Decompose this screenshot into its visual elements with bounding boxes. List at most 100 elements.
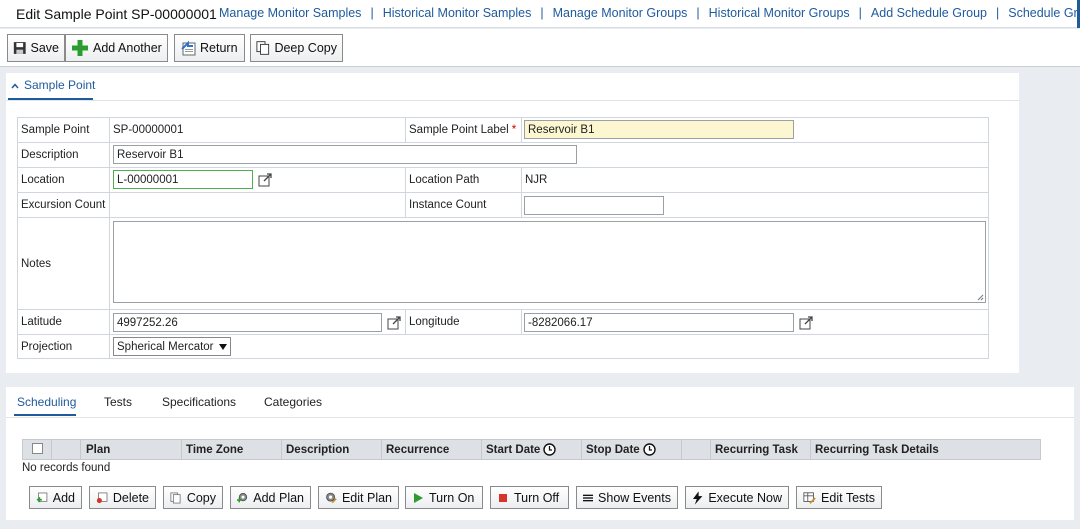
- list-icon: [583, 494, 594, 501]
- cell-divider: [405, 310, 406, 334]
- deep-copy-label: Deep Copy: [274, 41, 337, 55]
- column-header-recurring-task[interactable]: Recurring Task: [715, 440, 798, 459]
- tab-scheduling[interactable]: Scheduling: [17, 395, 76, 409]
- column-header-start-date[interactable]: Start Date: [486, 440, 557, 459]
- edit-grid-icon: [803, 491, 816, 504]
- tab-specifications[interactable]: Specifications: [162, 395, 236, 409]
- column-separator: [810, 440, 811, 459]
- column-separator: [181, 440, 182, 459]
- execute-now-button[interactable]: Execute Now: [685, 486, 789, 509]
- show-events-button[interactable]: Show Events: [576, 486, 678, 509]
- latitude-input[interactable]: 4997252.26: [113, 313, 382, 332]
- description-label: Description: [21, 149, 79, 161]
- edit-plan-label: Edit Plan: [341, 490, 392, 505]
- column-separator: [481, 440, 482, 459]
- projection-selected-value: Spherical Mercator: [117, 340, 214, 353]
- link-schedule-groups[interactable]: Schedule Groups: [1008, 6, 1080, 20]
- form-row-projection: Projection Spherical Mercator: [18, 335, 988, 359]
- sample-point-label-field-label: Sample Point Label *: [409, 118, 516, 142]
- column-header-plan[interactable]: Plan: [86, 440, 110, 459]
- projection-select[interactable]: Spherical Mercator: [113, 337, 231, 356]
- description-input[interactable]: Reservoir B1: [113, 145, 577, 164]
- location-input[interactable]: L-00000001: [113, 170, 253, 189]
- column-header-description[interactable]: Description: [286, 440, 349, 459]
- instance-count-input[interactable]: [524, 196, 664, 215]
- turn-on-button[interactable]: Turn On: [405, 486, 483, 509]
- form-row-coordinates: Latitude 4997252.26 Longitude -8282066.1…: [18, 310, 988, 335]
- deep-copy-button[interactable]: Deep Copy: [250, 34, 343, 62]
- gear-plus-icon: [237, 492, 248, 503]
- empty-grid-message: No records found: [22, 462, 111, 474]
- cell-divider: [109, 310, 110, 334]
- clock-icon: [543, 443, 557, 456]
- turn-off-button[interactable]: Turn Off: [490, 486, 569, 509]
- link-separator: |: [858, 6, 862, 20]
- page-header: Edit Sample Point SP-00000001 Manage Mon…: [0, 0, 1080, 28]
- add-plan-label: Add Plan: [253, 490, 304, 505]
- copy-label: Copy: [186, 490, 216, 505]
- column-separator: [381, 440, 382, 459]
- cell-divider: [521, 118, 522, 142]
- longitude-label: Longitude: [409, 316, 460, 328]
- copy-icon: [170, 492, 181, 503]
- column-header-recurrence[interactable]: Recurrence: [386, 440, 449, 459]
- edit-plan-button[interactable]: Edit Plan: [318, 486, 399, 509]
- section-divider: [6, 100, 1019, 101]
- external-link-icon[interactable]: [799, 316, 813, 330]
- link-add-schedule-group[interactable]: Add Schedule Group: [871, 6, 987, 20]
- sample-point-section-tab[interactable]: Sample Point: [8, 78, 95, 100]
- save-label: Save: [30, 41, 60, 55]
- link-historical-monitor-groups[interactable]: Historical Monitor Groups: [709, 6, 850, 20]
- required-marker: *: [511, 124, 517, 136]
- sample-point-label-input[interactable]: Reservoir B1: [524, 120, 794, 139]
- gear-edit-icon: [326, 492, 337, 504]
- cell-divider: [405, 118, 406, 142]
- link-separator: |: [995, 6, 1000, 20]
- instance-count-label: Instance Count: [409, 199, 487, 211]
- turn-off-label: Turn Off: [514, 490, 560, 505]
- link-manage-monitor-samples[interactable]: Manage Monitor Samples: [219, 6, 361, 20]
- link-manage-monitor-groups[interactable]: Manage Monitor Groups: [553, 6, 688, 20]
- lightning-icon: [692, 490, 703, 505]
- add-button[interactable]: Add: [29, 486, 82, 509]
- cell-divider: [521, 193, 522, 217]
- chevron-up-icon: [11, 83, 19, 89]
- turn-on-label: Turn On: [429, 490, 475, 505]
- add-another-button[interactable]: Add Another: [65, 34, 168, 62]
- select-all-checkbox[interactable]: [32, 443, 43, 454]
- return-label: Return: [200, 41, 238, 55]
- resize-handle-icon[interactable]: [977, 294, 984, 301]
- save-button[interactable]: Save: [7, 34, 65, 62]
- tab-categories[interactable]: Categories: [264, 395, 322, 409]
- column-header-stop-date[interactable]: Stop Date: [586, 440, 656, 459]
- link-historical-monitor-samples[interactable]: Historical Monitor Samples: [383, 6, 532, 20]
- external-link-icon[interactable]: [387, 316, 401, 330]
- longitude-input[interactable]: -8282066.17: [524, 313, 794, 332]
- sample-point-form: Sample Point SP-00000001 Sample Point La…: [17, 117, 989, 359]
- show-events-label: Show Events: [598, 490, 671, 505]
- copy-button[interactable]: Copy: [163, 486, 223, 509]
- location-label: Location: [21, 174, 65, 186]
- column-header-recurring-task-details[interactable]: Recurring Task Details: [815, 440, 939, 459]
- cell-divider: [405, 168, 406, 192]
- cell-divider: [109, 143, 110, 167]
- add-label: Add: [52, 490, 75, 505]
- edit-tests-button[interactable]: Edit Tests: [796, 486, 882, 509]
- excursion-count-label: Excursion Count: [21, 199, 106, 211]
- clock-icon: [642, 443, 656, 456]
- scheduling-grid-header: Plan Time Zone Description Recurrence St…: [22, 439, 1041, 460]
- notes-textarea[interactable]: [113, 221, 986, 303]
- tab-tests[interactable]: Tests: [104, 395, 132, 409]
- latitude-label: Latitude: [21, 316, 62, 328]
- add-plan-button[interactable]: Add Plan: [230, 486, 311, 509]
- delete-button[interactable]: Delete: [89, 486, 156, 509]
- cell-divider: [109, 193, 110, 217]
- cell-divider: [109, 218, 110, 309]
- column-header-time-zone[interactable]: Time Zone: [186, 440, 243, 459]
- column-separator: [710, 440, 711, 459]
- location-path-label: Location Path: [409, 174, 480, 186]
- external-link-icon[interactable]: [258, 173, 272, 187]
- add-row-icon: [36, 492, 48, 502]
- return-button[interactable]: Return: [174, 34, 245, 62]
- form-row-description: Description Reservoir B1: [18, 143, 988, 168]
